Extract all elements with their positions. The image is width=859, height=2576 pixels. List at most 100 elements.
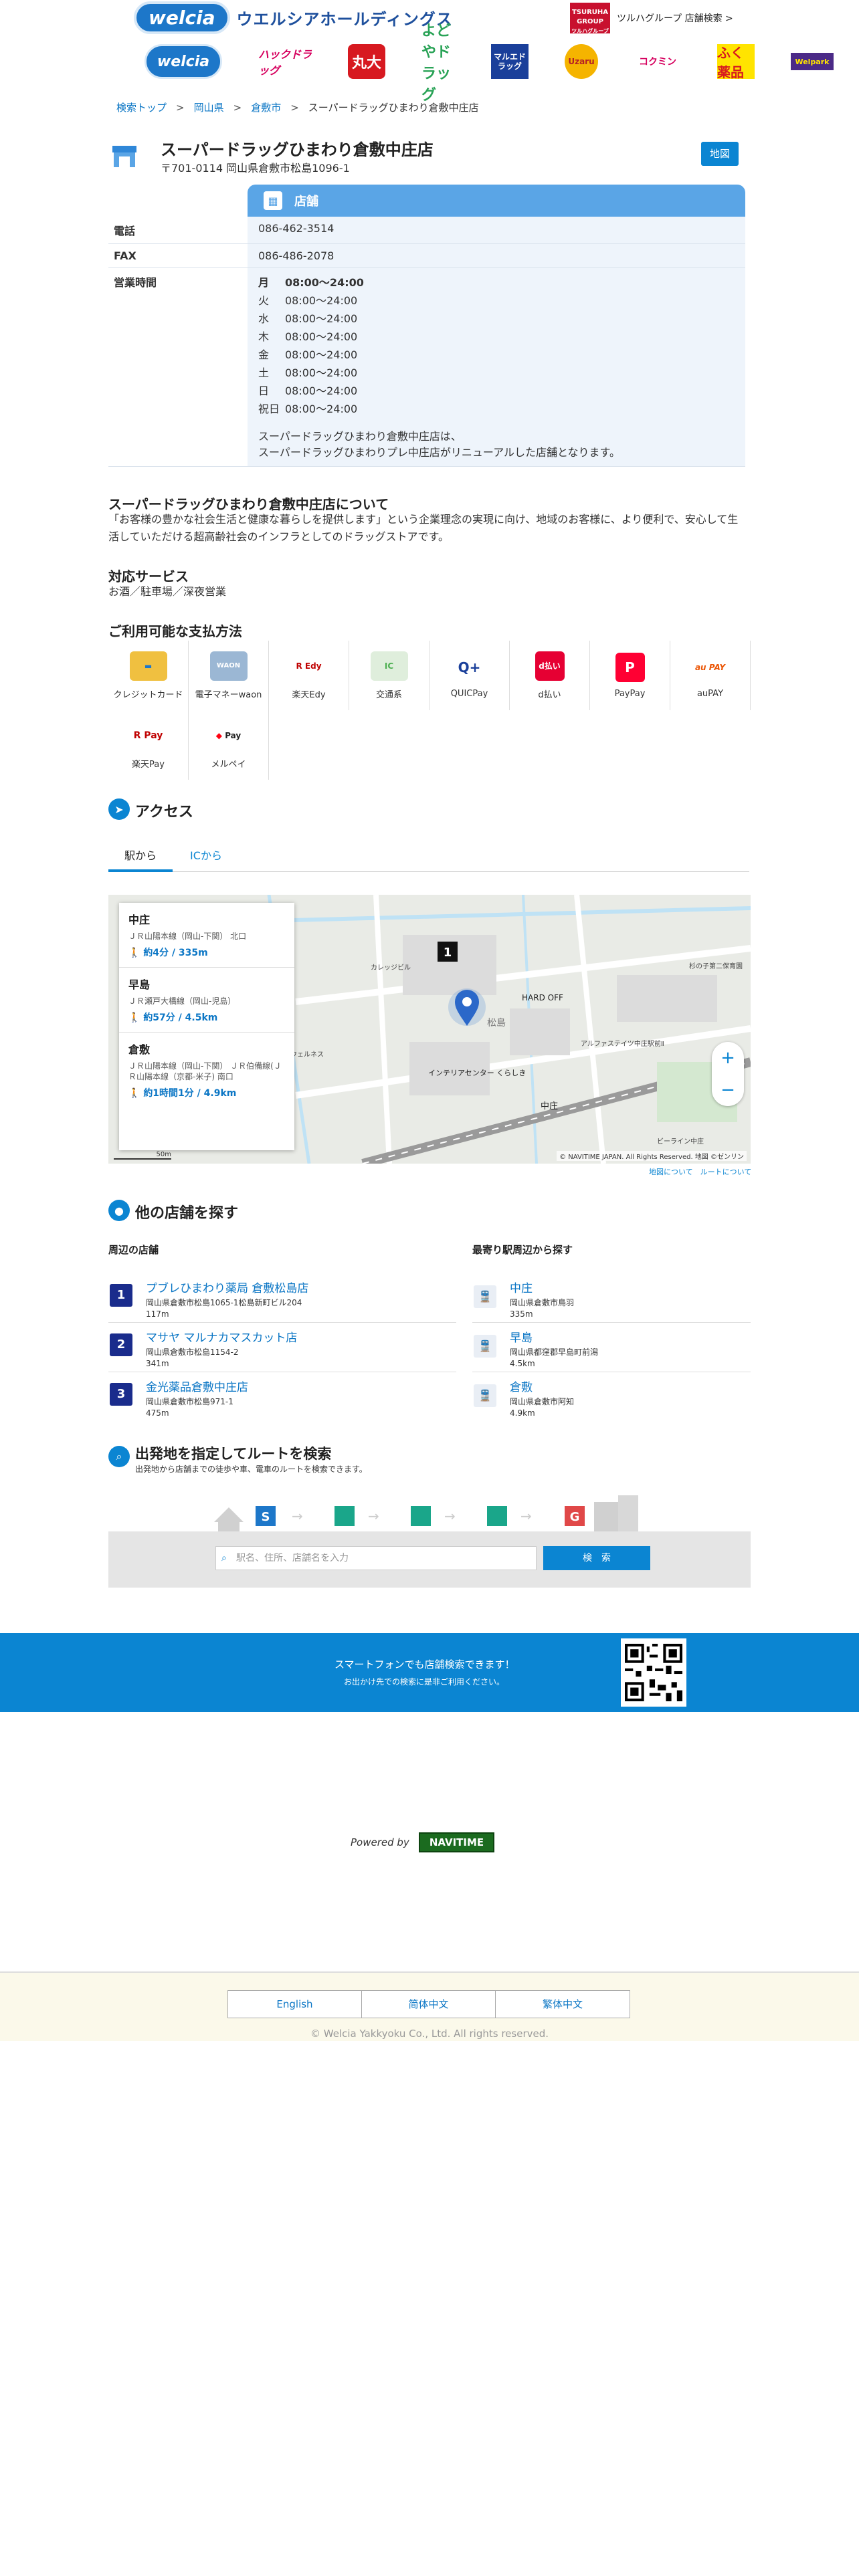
- lang-simplified-chinese[interactable]: 简体中文: [362, 1991, 496, 2018]
- station-name: 中庄: [128, 914, 151, 926]
- payment-paypay: P PayPay: [590, 641, 670, 710]
- hours-time: 08:00〜24:00: [285, 366, 358, 379]
- zoom-out-button[interactable]: −: [712, 1074, 744, 1106]
- station-item[interactable]: 早島 ＪＲ瀬戸大橋線（岡山-児島） 🚶 約57分 / 4.5km: [119, 968, 294, 1033]
- lang-english[interactable]: English: [228, 1991, 362, 2018]
- brand-hac-drug[interactable]: ハックドラッグ: [258, 44, 312, 79]
- payment-rakuten-edy: R Edy 楽天Edy: [269, 641, 349, 710]
- brand-welcia[interactable]: welcia: [145, 44, 222, 79]
- route-title: 出発地を指定してルートを検索: [135, 1446, 332, 1462]
- fax-value: 086-486-2078: [248, 243, 745, 268]
- brand-welpark[interactable]: Welpark: [791, 53, 834, 70]
- route-search-input[interactable]: ⌕ 駅名、住所、店舗名を入力: [215, 1546, 537, 1570]
- tsuruha-group-logo: TSURUHA GROUP ツルハグループ: [570, 3, 610, 34]
- lang-traditional-chinese[interactable]: 繁体中文: [496, 1991, 630, 2018]
- other-stores-title: 他の店舗を探す: [135, 1205, 239, 1222]
- breadcrumb-search-top[interactable]: 検索トップ: [116, 102, 167, 114]
- map-label-interior: インテリアセンター くらしき: [428, 1069, 526, 1077]
- brand-yodoya[interactable]: よどやドラッグ: [421, 23, 455, 104]
- phone-label: 電話: [108, 217, 248, 244]
- store-number-badge: 3: [110, 1383, 132, 1406]
- station-line: ＪＲ山陽本線（岡山-下関） ＪＲ伯備線(ＪＲ山陽本線（京都-米子) 南口: [128, 1061, 282, 1081]
- access-title: アクセス: [135, 804, 193, 821]
- route-search-button[interactable]: 検 索: [543, 1546, 650, 1570]
- brand-marue-drug[interactable]: マルエドラッグ: [491, 44, 529, 79]
- station-item[interactable]: 倉敷 ＪＲ山陽本線（岡山-下関） ＪＲ伯備線(ＪＲ山陽本線（京都-米子) 南口 …: [119, 1033, 294, 1107]
- payment-merpay: ◆ Pay メルペイ: [189, 710, 269, 780]
- station-link[interactable]: 早島: [510, 1328, 751, 1345]
- map-label-wellness: ウェルネス: [290, 1051, 324, 1059]
- route-start-marker: S: [262, 1510, 270, 1524]
- services-title: 対応サービス: [108, 568, 189, 584]
- map-route-marker: 1: [444, 946, 452, 960]
- nearby-store-name[interactable]: 金光薬品倉敷中庄店: [146, 1378, 456, 1394]
- nearby-store-distance: 341m: [146, 1359, 169, 1368]
- payment-label: 楽天Edy: [292, 689, 326, 700]
- nearby-store-name[interactable]: マサヤ マルナカマスカット店: [146, 1328, 456, 1345]
- route-illustration: S → → → → G: [214, 1495, 638, 1535]
- map-copyright: © NAVITIME JAPAN. All Rights Reserved. 地…: [557, 1151, 747, 1161]
- nearby-store-name[interactable]: プブレひまわり薬局 倉敷松島店: [146, 1279, 456, 1295]
- station-link[interactable]: 中庄: [510, 1279, 751, 1295]
- site-header: welcia ウエルシアホールディングス TSURUHA GROUP ツルハグル…: [0, 0, 859, 104]
- brand-marudai[interactable]: 丸大: [348, 44, 385, 79]
- list-item[interactable]: 1 プブレひまわり薬局 倉敷松島店 岡山県倉敷市松島1065-1松島新町ビル20…: [108, 1273, 456, 1323]
- hours-time: 08:00〜24:00: [285, 276, 364, 289]
- tsuruha-logo-sub: ツルハグループ: [571, 28, 609, 34]
- hours-day: 祝日: [258, 403, 280, 415]
- tsuruha-group-link[interactable]: TSURUHA GROUP ツルハグループ ツルハグループ 店舗検索 >: [570, 3, 733, 34]
- map-button[interactable]: 地図: [701, 142, 739, 166]
- train-icon: 🚆: [474, 1384, 496, 1407]
- hours-thursday: 木 08:00〜24:00: [258, 328, 740, 346]
- hours-time: 08:00〜24:00: [285, 403, 358, 415]
- breadcrumb: 検索トップ > 岡山県 > 倉敷市 > スーパードラッグひまわり倉敷中庄店: [116, 100, 479, 114]
- access-tabs: 駅から ICから: [108, 840, 749, 872]
- hours-sunday: 日 08:00〜24:00: [258, 382, 740, 400]
- store-info-tab-label: 店舗: [294, 195, 318, 209]
- zoom-in-button[interactable]: +: [712, 1042, 744, 1074]
- station-name: 早島: [128, 978, 151, 991]
- payment-label: 電子マネーwaon: [195, 689, 262, 700]
- brand-logo-link[interactable]: welcia ウエルシアホールディングス: [134, 1, 453, 34]
- fax-row: FAX 086-486-2078: [108, 243, 745, 268]
- map-info-links[interactable]: 地図について ルートについて: [649, 1166, 751, 1177]
- route-search-box: ⌕ 駅名、住所、店舗名を入力 検 索: [108, 1531, 751, 1588]
- brand-fuku-yakuhin[interactable]: ふく薬品: [717, 44, 755, 80]
- map-label-hardoff: HARD OFF: [522, 993, 563, 1002]
- route-search-placeholder: 駅名、住所、店舗名を入力: [236, 1553, 349, 1564]
- access-map[interactable]: 1 HARD OFF 松島 インテリアセンター くらしき 中庄 カレッジビル ア…: [108, 895, 751, 1164]
- list-item[interactable]: 🚆 早島 岡山県都窪郡早島町前潟 4.5km: [472, 1323, 751, 1372]
- brand-kokumin[interactable]: コクミン: [634, 44, 681, 79]
- tsuruha-search-link[interactable]: ツルハグループ 店舗検索 >: [617, 11, 733, 25]
- hours-label: 営業時間: [108, 267, 248, 467]
- phone-value[interactable]: 086-462-3514: [248, 217, 745, 244]
- route-subtitle: 出発地から店舗までの徒歩や車、電車のルートを検索できます。: [135, 1465, 367, 1474]
- hours-day: 木: [258, 330, 270, 343]
- about-text: 「お客様の豊かな社会生活と健康な暮らしを提供します」という企業理念の実現に向け、…: [108, 513, 739, 543]
- station-link[interactable]: 倉敷: [510, 1378, 751, 1394]
- breadcrumb-prefecture[interactable]: 岡山県: [194, 102, 224, 114]
- list-item[interactable]: 2 マサヤ マルナカマスカット店 岡山県倉敷市松島1154-2 341m: [108, 1323, 456, 1372]
- station-address: 岡山県都窪郡早島町前潟: [510, 1348, 599, 1357]
- payment-rakuten-pay: R Pay 楽天Pay: [108, 710, 189, 780]
- store-number-badge: 2: [110, 1333, 132, 1356]
- train-icon: 🚆: [474, 1335, 496, 1358]
- qr-code-image: [625, 1644, 682, 1701]
- breadcrumb-separator: >: [176, 102, 185, 114]
- list-item[interactable]: 🚆 中庄 岡山県倉敷市鳥羽 335m: [472, 1273, 751, 1323]
- store-info-table: 電話 086-462-3514 FAX 086-486-2078 営業時間 月 0…: [108, 217, 745, 467]
- station-walk-text: 約57分 / 4.5km: [143, 1012, 218, 1023]
- tab-from-station[interactable]: 駅から: [108, 840, 173, 872]
- hours-time: 08:00〜24:00: [285, 330, 358, 343]
- merpay-mark: ◆: [215, 730, 222, 740]
- nearby-store-address: 岡山県倉敷市松島1065-1松島新町ビル204: [146, 1298, 302, 1307]
- brand-uzaru[interactable]: Uzaru: [565, 44, 598, 79]
- breadcrumb-city[interactable]: 倉敷市: [251, 102, 281, 114]
- list-item[interactable]: 🚆 倉敷 岡山県倉敷市阿知 4.9km: [472, 1372, 751, 1422]
- tab-from-ic[interactable]: ICから: [174, 840, 238, 872]
- navitime-logo[interactable]: NAVITIME: [418, 1832, 495, 1852]
- payment-label: クレジットカード: [113, 689, 183, 700]
- station-item[interactable]: 中庄 ＪＲ山陽本線（岡山-下関） 北口 🚶 約4分 / 335m: [119, 903, 294, 968]
- paypay-icon: P: [615, 652, 645, 682]
- list-item[interactable]: 3 金光薬品倉敷中庄店 岡山県倉敷市松島971-1 475m: [108, 1372, 456, 1422]
